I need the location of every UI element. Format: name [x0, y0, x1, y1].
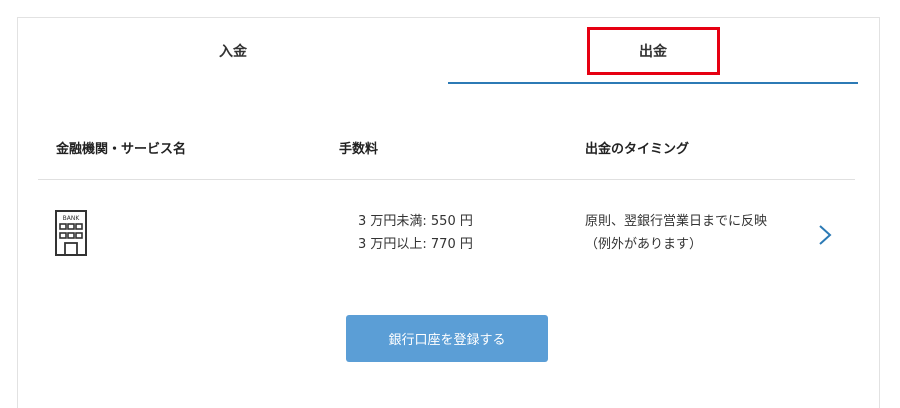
- bank-icon-text: BANK: [63, 215, 81, 222]
- fee-under-30000: 3 万円未満: 550 円: [358, 214, 473, 229]
- table-row[interactable]: BANK 3 万円未満: 550 円 3 万円以上: 770 円 原則、翌銀行営…: [38, 180, 855, 295]
- header-withdrawal-timing: 出金のタイミング: [585, 142, 690, 157]
- active-tab-underline: [448, 82, 858, 84]
- register-bank-account-button[interactable]: 銀行口座を登録する: [346, 315, 548, 362]
- header-fee: 手数料: [339, 142, 379, 157]
- tab-withdraw[interactable]: 出金: [448, 18, 858, 84]
- header-institution-name: 金融機関・サービス名: [56, 142, 187, 157]
- timing-main: 原則、翌銀行営業日までに反映: [585, 214, 768, 229]
- fee-info: 3 万円未満: 550 円 3 万円以上: 770 円: [358, 210, 473, 256]
- tab-deposit-label: 入金: [219, 44, 247, 60]
- timing-info: 原則、翌銀行営業日までに反映 （例外があります）: [585, 210, 767, 256]
- tab-deposit[interactable]: 入金: [18, 18, 448, 84]
- timing-note: （例外があります）: [585, 237, 703, 252]
- chevron-right-icon[interactable]: [816, 223, 834, 247]
- tab-bar: 入金 出金: [18, 18, 879, 84]
- tab-withdraw-label: 出金: [639, 44, 667, 60]
- bank-building-icon: BANK: [51, 209, 91, 257]
- fee-over-30000: 3 万円以上: 770 円: [358, 237, 473, 252]
